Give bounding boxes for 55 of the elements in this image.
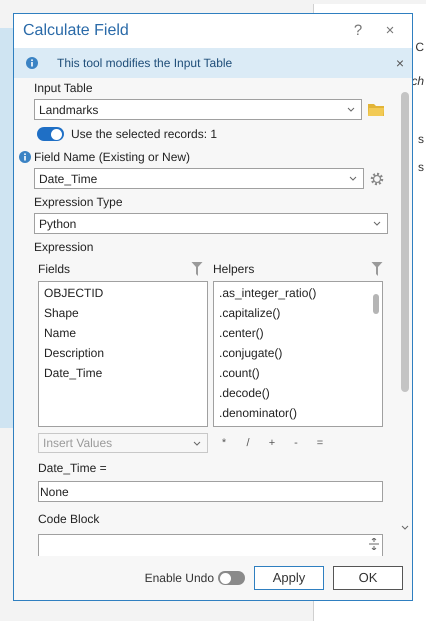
ok-button[interactable]: OK bbox=[333, 566, 403, 590]
list-item[interactable]: .decode() bbox=[219, 383, 370, 403]
list-item[interactable]: Date_Time bbox=[44, 363, 207, 383]
toggle-label: Use the selected records: 1 bbox=[71, 126, 218, 143]
gear-icon[interactable] bbox=[369, 170, 385, 186]
chevron-down-icon bbox=[347, 107, 355, 112]
operator-button[interactable]: * bbox=[218, 434, 230, 452]
panel-text: s bbox=[418, 131, 424, 148]
list-heading: Fields bbox=[38, 261, 72, 278]
filter-icon[interactable] bbox=[191, 261, 203, 277]
list-item[interactable]: .as_integer_ratio() bbox=[219, 283, 370, 303]
field-label: Input Table bbox=[34, 80, 94, 97]
expression-input[interactable]: None bbox=[38, 481, 383, 502]
toggle-label: Enable Undo bbox=[144, 570, 214, 587]
info-icon bbox=[19, 151, 31, 163]
list-item[interactable]: Name bbox=[44, 323, 207, 343]
resize-icon[interactable] bbox=[369, 538, 379, 550]
list-item[interactable]: .capitalize() bbox=[219, 303, 370, 323]
operator-button[interactable]: - bbox=[290, 434, 302, 452]
input-table-dropdown[interactable]: Landmarks bbox=[34, 99, 362, 120]
list-item[interactable]: .conjugate() bbox=[219, 343, 370, 363]
close-button[interactable]: × bbox=[378, 20, 402, 42]
field-label: Field Name (Existing or New) bbox=[34, 149, 190, 166]
operator-button[interactable]: = bbox=[314, 434, 326, 452]
info-icon bbox=[26, 57, 38, 69]
field-label: Expression Type bbox=[34, 194, 124, 211]
list-item[interactable]: .count() bbox=[219, 363, 370, 383]
window-title: Calculate Field bbox=[23, 21, 130, 41]
chevron-down-icon bbox=[349, 176, 357, 181]
filter-icon[interactable] bbox=[371, 261, 383, 277]
apply-button[interactable]: Apply bbox=[254, 566, 324, 590]
list-item[interactable]: Description bbox=[44, 343, 207, 363]
field-label: Code Block bbox=[38, 511, 100, 528]
field-name-dropdown[interactable]: Date_Time bbox=[34, 168, 364, 189]
field-label: Expression bbox=[34, 239, 94, 256]
field-label: Date_Time = bbox=[38, 460, 108, 477]
list-item[interactable]: OBJECTID bbox=[44, 283, 207, 303]
chevron-down-icon bbox=[373, 221, 381, 226]
expression-type-dropdown[interactable]: Python bbox=[34, 213, 388, 234]
list-item[interactable]: .center() bbox=[219, 323, 370, 343]
info-message: This tool modifies the Input Table bbox=[57, 55, 234, 72]
operator-button[interactable]: / bbox=[242, 434, 254, 452]
list-item[interactable]: Shape bbox=[44, 303, 207, 323]
list-item[interactable]: .denominator() bbox=[219, 403, 370, 423]
panel-text: C bbox=[415, 39, 424, 56]
operator-button[interactable]: + bbox=[266, 434, 278, 452]
toggle-switch[interactable] bbox=[218, 571, 245, 585]
chevron-down-icon bbox=[193, 440, 201, 446]
toggle-switch[interactable] bbox=[37, 127, 64, 141]
list-heading: Helpers bbox=[213, 261, 256, 278]
help-button[interactable]: ? bbox=[346, 20, 370, 42]
panel-text: s bbox=[418, 159, 424, 176]
folder-icon[interactable] bbox=[368, 103, 385, 116]
chevron-down-icon bbox=[401, 525, 409, 530]
close-button[interactable]: × bbox=[396, 52, 404, 74]
